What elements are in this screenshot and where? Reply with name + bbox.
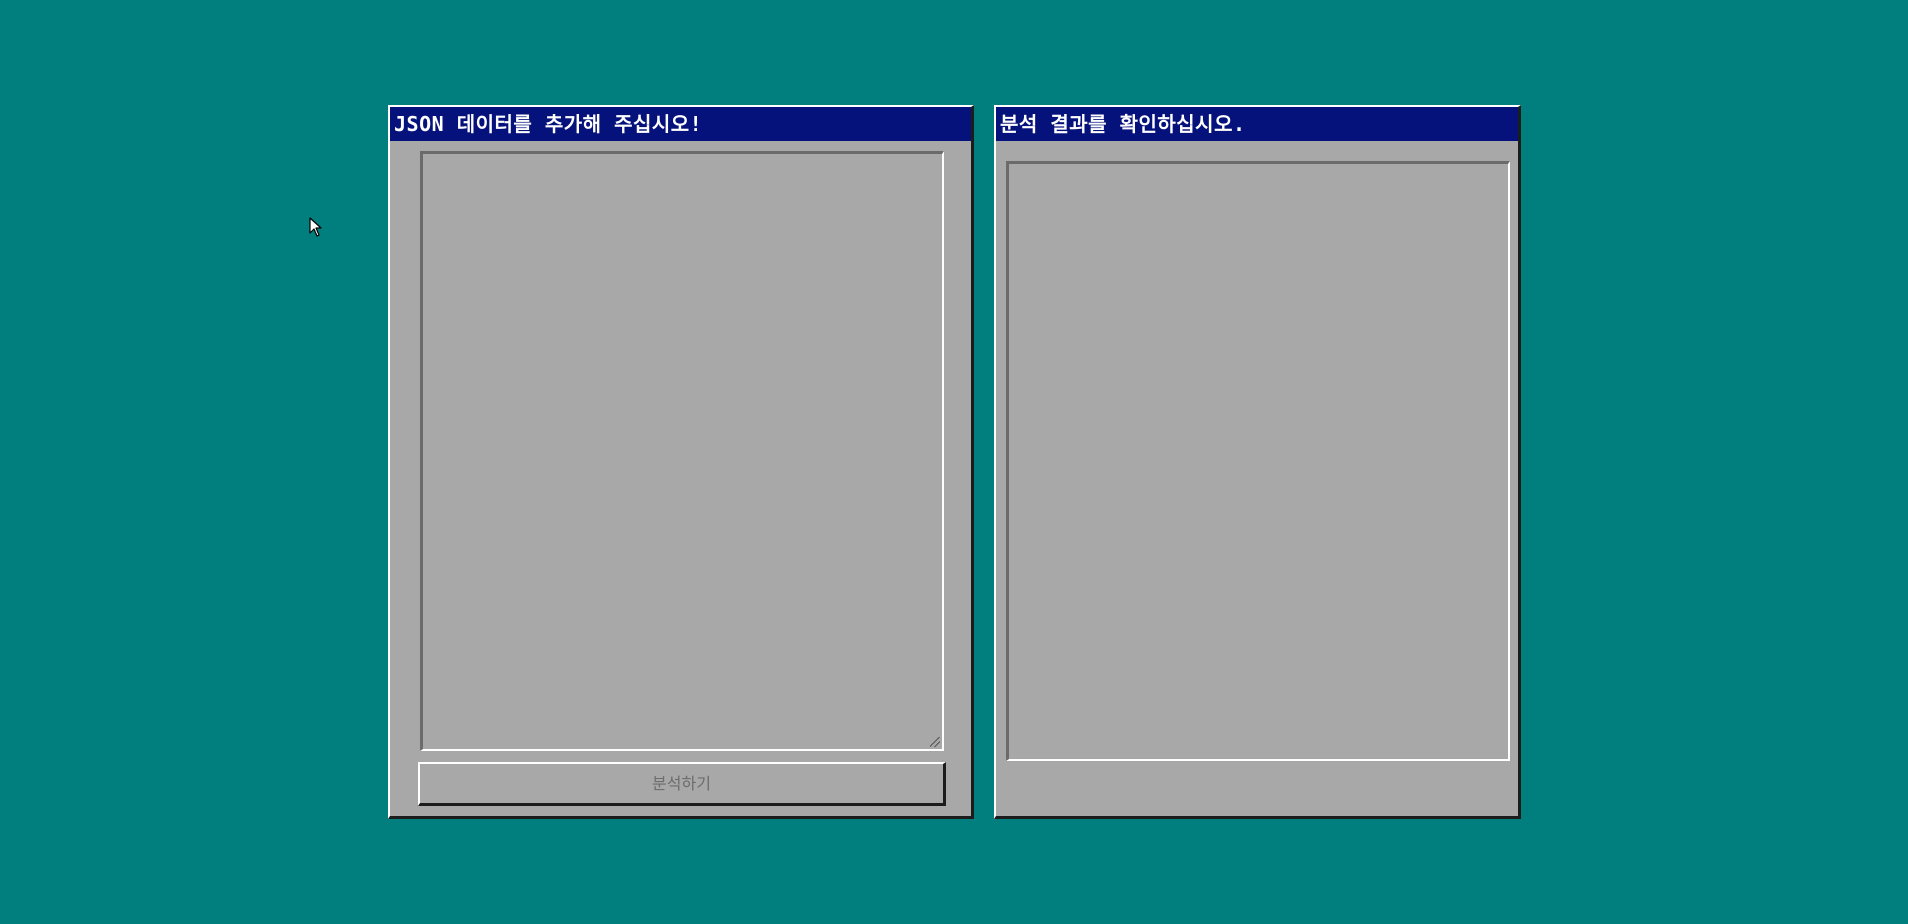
analysis-result-window-title: 분석 결과를 확인하십시오. bbox=[996, 107, 1518, 141]
analysis-result-area bbox=[1006, 161, 1510, 761]
json-input-window: JSON 데이터를 추가해 주십시오! 분석하기 bbox=[388, 105, 974, 819]
mouse-pointer-icon bbox=[309, 217, 322, 237]
json-input-window-title: JSON 데이터를 추가해 주십시오! bbox=[390, 107, 971, 141]
json-input-textarea[interactable] bbox=[420, 151, 944, 751]
analysis-result-window: 분석 결과를 확인하십시오. bbox=[994, 105, 1521, 819]
analyze-button[interactable]: 분석하기 bbox=[418, 762, 946, 806]
